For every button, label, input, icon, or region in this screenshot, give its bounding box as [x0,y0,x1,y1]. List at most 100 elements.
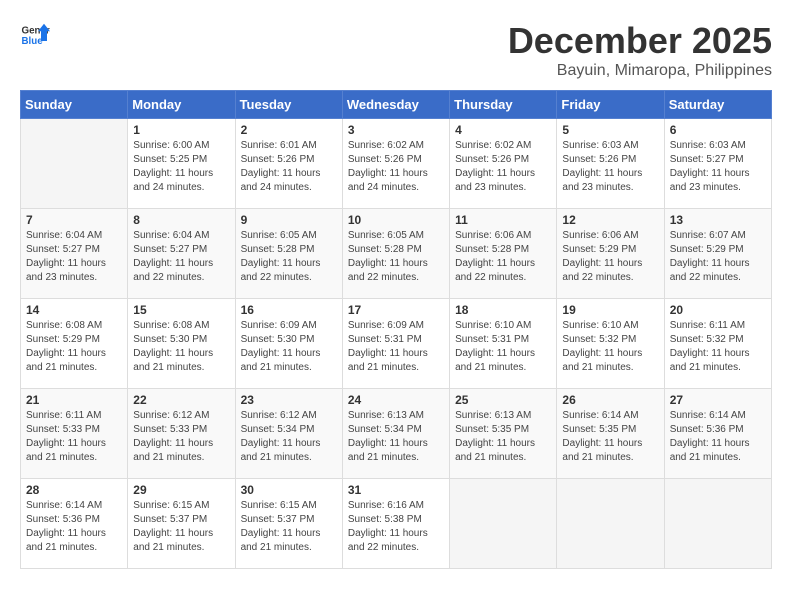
calendar-week-row: 28 Sunrise: 6:14 AM Sunset: 5:36 PM Dayli… [21,479,772,569]
calendar-cell: 3 Sunrise: 6:02 AM Sunset: 5:26 PM Daylig… [342,119,449,209]
calendar-cell: 23 Sunrise: 6:12 AM Sunset: 5:34 PM Dayli… [235,389,342,479]
day-info: Sunrise: 6:13 AM Sunset: 5:35 PM Dayligh… [455,409,551,465]
day-number: 11 [455,213,551,227]
day-info: Sunrise: 6:14 AM Sunset: 5:36 PM Dayligh… [26,499,122,555]
month-year-title: December 2025 [508,20,772,62]
calendar-cell: 11 Sunrise: 6:06 AM Sunset: 5:28 PM Dayli… [450,209,557,299]
calendar-cell: 4 Sunrise: 6:02 AM Sunset: 5:26 PM Daylig… [450,119,557,209]
calendar-cell: 2 Sunrise: 6:01 AM Sunset: 5:26 PM Daylig… [235,119,342,209]
calendar-cell: 12Sunrise: 6:06 AM Sunset: 5:29 PM Dayli… [557,209,664,299]
day-info: Sunrise: 6:12 AM Sunset: 5:33 PM Dayligh… [133,409,229,465]
day-number: 28 [26,483,122,497]
day-info: Sunrise: 6:10 AM Sunset: 5:31 PM Dayligh… [455,319,551,375]
calendar-cell: 1Sunrise: 6:00 AM Sunset: 5:25 PM Daylig… [128,119,235,209]
title-block: December 2025 Bayuin, Mimaropa, Philippi… [508,20,772,80]
day-number: 22 [133,393,229,407]
day-number: 4 [455,123,551,137]
calendar-cell: 15 Sunrise: 6:08 AM Sunset: 5:30 PM Dayli… [128,299,235,389]
calendar-cell: 13 Sunrise: 6:07 AM Sunset: 5:29 PM Dayli… [664,209,771,299]
day-info: Sunrise: 6:01 AM Sunset: 5:26 PM Dayligh… [241,139,337,195]
day-info: Sunrise: 6:08 AM Sunset: 5:29 PM Dayligh… [26,319,122,375]
day-number: 18 [455,303,551,317]
weekday-header-sunday: Sunday [21,91,128,119]
calendar-cell: 27Sunrise: 6:14 AM Sunset: 5:36 PM Dayli… [664,389,771,479]
day-info: Sunrise: 6:09 AM Sunset: 5:31 PM Dayligh… [348,319,444,375]
day-number: 20 [670,303,766,317]
weekday-header-tuesday: Tuesday [235,91,342,119]
location-subtitle: Bayuin, Mimaropa, Philippines [508,62,772,80]
day-info: Sunrise: 6:10 AM Sunset: 5:32 PM Dayligh… [562,319,658,375]
day-number: 23 [241,393,337,407]
calendar-cell [664,479,771,569]
day-number: 17 [348,303,444,317]
day-number: 26 [562,393,658,407]
calendar-cell: 19 Sunrise: 6:10 AM Sunset: 5:32 PM Dayli… [557,299,664,389]
weekday-header-monday: Monday [128,91,235,119]
day-number: 1 [133,123,229,137]
day-info: Sunrise: 6:15 AM Sunset: 5:37 PM Dayligh… [133,499,229,555]
day-number: 25 [455,393,551,407]
day-info: Sunrise: 6:09 AM Sunset: 5:30 PM Dayligh… [241,319,337,375]
day-info: Sunrise: 6:03 AM Sunset: 5:26 PM Dayligh… [562,139,658,195]
generalblue-logo-icon: General Blue [20,20,50,50]
day-info: Sunrise: 6:02 AM Sunset: 5:26 PM Dayligh… [348,139,444,195]
day-number: 14 [26,303,122,317]
calendar-cell [557,479,664,569]
calendar-cell: 31Sunrise: 6:16 AM Sunset: 5:38 PM Dayli… [342,479,449,569]
calendar-cell: 28 Sunrise: 6:14 AM Sunset: 5:36 PM Dayli… [21,479,128,569]
day-info: Sunrise: 6:06 AM Sunset: 5:29 PM Dayligh… [562,229,658,285]
day-number: 19 [562,303,658,317]
day-info: Sunrise: 6:15 AM Sunset: 5:37 PM Dayligh… [241,499,337,555]
calendar-cell: 22 Sunrise: 6:12 AM Sunset: 5:33 PM Dayli… [128,389,235,479]
day-info: Sunrise: 6:12 AM Sunset: 5:34 PM Dayligh… [241,409,337,465]
day-info: Sunrise: 6:05 AM Sunset: 5:28 PM Dayligh… [241,229,337,285]
day-number: 16 [241,303,337,317]
day-info: Sunrise: 6:03 AM Sunset: 5:27 PM Dayligh… [670,139,766,195]
calendar-cell: 20 Sunrise: 6:11 AM Sunset: 5:32 PM Dayli… [664,299,771,389]
calendar-week-row: 14 Sunrise: 6:08 AM Sunset: 5:29 PM Dayli… [21,299,772,389]
calendar-cell: 16 Sunrise: 6:09 AM Sunset: 5:30 PM Dayli… [235,299,342,389]
day-number: 7 [26,213,122,227]
day-info: Sunrise: 6:05 AM Sunset: 5:28 PM Dayligh… [348,229,444,285]
day-number: 15 [133,303,229,317]
day-info: Sunrise: 6:08 AM Sunset: 5:30 PM Dayligh… [133,319,229,375]
day-number: 5 [562,123,658,137]
calendar-cell: 9 Sunrise: 6:05 AM Sunset: 5:28 PM Daylig… [235,209,342,299]
calendar-table: SundayMondayTuesdayWednesdayThursdayFrid… [20,90,772,569]
calendar-cell: 8Sunrise: 6:04 AM Sunset: 5:27 PM Daylig… [128,209,235,299]
calendar-cell: 18 Sunrise: 6:10 AM Sunset: 5:31 PM Dayli… [450,299,557,389]
day-number: 10 [348,213,444,227]
day-number: 2 [241,123,337,137]
calendar-week-row: 7 Sunrise: 6:04 AM Sunset: 5:27 PM Daylig… [21,209,772,299]
calendar-week-row: 1Sunrise: 6:00 AM Sunset: 5:25 PM Daylig… [21,119,772,209]
calendar-week-row: 21Sunrise: 6:11 AM Sunset: 5:33 PM Dayli… [21,389,772,479]
day-info: Sunrise: 6:06 AM Sunset: 5:28 PM Dayligh… [455,229,551,285]
day-info: Sunrise: 6:13 AM Sunset: 5:34 PM Dayligh… [348,409,444,465]
day-info: Sunrise: 6:07 AM Sunset: 5:29 PM Dayligh… [670,229,766,285]
calendar-cell: 21Sunrise: 6:11 AM Sunset: 5:33 PM Dayli… [21,389,128,479]
calendar-cell: 26Sunrise: 6:14 AM Sunset: 5:35 PM Dayli… [557,389,664,479]
calendar-cell: 6 Sunrise: 6:03 AM Sunset: 5:27 PM Daylig… [664,119,771,209]
weekday-header-wednesday: Wednesday [342,91,449,119]
day-number: 6 [670,123,766,137]
day-number: 9 [241,213,337,227]
day-number: 8 [133,213,229,227]
day-info: Sunrise: 6:11 AM Sunset: 5:32 PM Dayligh… [670,319,766,375]
weekday-header-saturday: Saturday [664,91,771,119]
calendar-cell: 17 Sunrise: 6:09 AM Sunset: 5:31 PM Dayli… [342,299,449,389]
day-number: 21 [26,393,122,407]
day-info: Sunrise: 6:04 AM Sunset: 5:27 PM Dayligh… [26,229,122,285]
day-info: Sunrise: 6:02 AM Sunset: 5:26 PM Dayligh… [455,139,551,195]
weekday-header-friday: Friday [557,91,664,119]
day-info: Sunrise: 6:16 AM Sunset: 5:38 PM Dayligh… [348,499,444,555]
svg-text:Blue: Blue [22,36,44,47]
day-number: 3 [348,123,444,137]
calendar-cell: 30Sunrise: 6:15 AM Sunset: 5:37 PM Dayli… [235,479,342,569]
day-number: 29 [133,483,229,497]
calendar-cell: 14 Sunrise: 6:08 AM Sunset: 5:29 PM Dayli… [21,299,128,389]
calendar-cell: 5 Sunrise: 6:03 AM Sunset: 5:26 PM Daylig… [557,119,664,209]
day-number: 24 [348,393,444,407]
calendar-cell [450,479,557,569]
calendar-cell: 29 Sunrise: 6:15 AM Sunset: 5:37 PM Dayli… [128,479,235,569]
day-number: 13 [670,213,766,227]
